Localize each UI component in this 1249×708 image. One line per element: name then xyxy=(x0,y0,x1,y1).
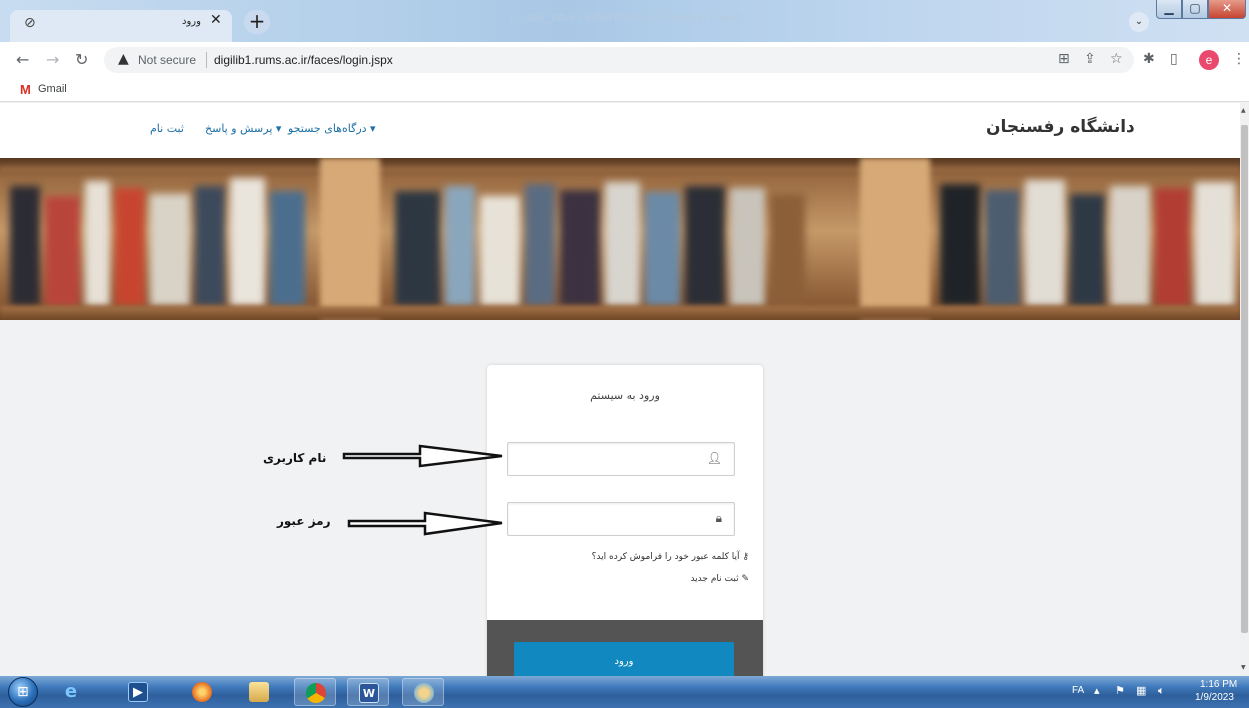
language-indicator[interactable]: FA xyxy=(1072,685,1084,696)
taskbar-media-player[interactable]: ▶ xyxy=(117,678,159,706)
login-card: ورود به سیستم 👤︎ 🔒︎ آیا کلمه عبور خود را… xyxy=(487,365,763,676)
url-text[interactable]: digilib1.rums.ac.ir/faces/login.jspx xyxy=(214,53,393,67)
internet-explorer-icon: e xyxy=(64,681,78,702)
password-input[interactable]: 🔒︎ xyxy=(507,502,735,536)
taskbar-internet-explorer[interactable]: e xyxy=(50,678,92,706)
browser-tab-strip: ⊘ ورود ✕ + D. user_lab.e - Word (Product… xyxy=(0,0,1249,42)
firefox-icon xyxy=(192,682,212,702)
side-panel-icon[interactable]: ▯ xyxy=(1170,51,1178,67)
bookmark-gmail[interactable]: Gmail xyxy=(38,83,67,95)
library-banner-image xyxy=(0,158,1240,320)
forgot-password-link[interactable]: آیا کلمه عبور خود را فراموش کرده اید؟ ⚷ xyxy=(592,552,749,562)
media-player-icon: ▶ xyxy=(128,682,148,702)
scroll-up-icon[interactable]: ▲ xyxy=(1241,107,1246,114)
gmail-icon[interactable]: M xyxy=(20,82,31,97)
maximize-button[interactable]: ▢ xyxy=(1182,0,1208,19)
bookmark-star-icon[interactable]: ☆ xyxy=(1110,51,1123,67)
chrome-icon xyxy=(306,683,326,703)
reload-icon[interactable]: ↻ xyxy=(75,50,88,69)
translate-icon[interactable]: ⊞ xyxy=(1058,51,1070,67)
new-tab-button[interactable]: + xyxy=(244,10,270,34)
close-window-button[interactable]: ✕ xyxy=(1208,0,1246,19)
start-button[interactable]: ⊞ xyxy=(8,677,38,707)
globe-icon: ⊘ xyxy=(24,15,36,31)
new-signup-link[interactable]: ثبت نام جدید ✎ xyxy=(690,574,749,584)
scrollbar-thumb[interactable] xyxy=(1241,125,1248,633)
page-viewport: دانشگاه رفسنجان درگاه‌های جستجو ▾ پرسش و… xyxy=(0,103,1240,676)
nav-search-portals[interactable]: درگاه‌های جستجو ▾ xyxy=(288,122,376,135)
show-hidden-icons-icon[interactable]: ▴ xyxy=(1094,684,1100,697)
lock-icon: 🔒︎ xyxy=(715,511,722,525)
annotation-username-label: نام کاربری xyxy=(263,451,327,465)
extensions-icon[interactable]: ✱ xyxy=(1143,51,1155,67)
site-header: دانشگاه رفسنجان درگاه‌های جستجو ▾ پرسش و… xyxy=(0,103,1240,158)
tab-close-icon[interactable]: ✕ xyxy=(210,12,222,28)
action-center-flag-icon[interactable]: ⚑ xyxy=(1115,684,1125,697)
volume-muted-icon[interactable]: 🔈︎ xyxy=(1158,684,1165,698)
site-brand[interactable]: دانشگاه رفسنجان xyxy=(986,117,1135,137)
network-icon[interactable]: ▦ xyxy=(1136,684,1146,697)
login-button[interactable]: ورود xyxy=(514,642,734,676)
nav-qa[interactable]: پرسش و پاسخ ▾ xyxy=(205,122,281,135)
edit-icon: ✎ xyxy=(741,574,749,584)
back-arrow-icon[interactable]: ← xyxy=(16,50,29,69)
profile-avatar[interactable]: e xyxy=(1199,50,1219,70)
browser-tab[interactable]: ⊘ ورود ✕ xyxy=(10,10,232,42)
warning-icon[interactable]: ▲ xyxy=(118,51,129,67)
divider xyxy=(206,52,207,68)
window-controls: ▁ ▢ ✕ xyxy=(1156,0,1246,20)
forward-arrow-icon[interactable]: → xyxy=(46,50,59,69)
bookmarks-bar: M Gmail xyxy=(0,78,1249,102)
annotation-password-label: رمز عبور xyxy=(277,514,331,528)
browser-toolbar: ← → ↻ ▲ Not secure digilib1.rums.ac.ir/f… xyxy=(0,42,1249,78)
login-title: ورود به سیستم xyxy=(590,389,660,402)
clock-date[interactable]: 1/9/2023 xyxy=(1195,692,1234,703)
taskbar-chrome[interactable] xyxy=(294,678,336,706)
taskbar-word[interactable]: W xyxy=(347,678,389,706)
scroll-down-icon[interactable]: ▼ xyxy=(1241,664,1246,671)
security-status[interactable]: Not secure xyxy=(138,53,196,67)
taskbar-firefox[interactable] xyxy=(181,678,223,706)
tab-title: ورود xyxy=(182,16,201,27)
word-icon: W xyxy=(359,683,379,703)
taskbar-paint[interactable] xyxy=(402,678,444,706)
user-icon: 👤︎ xyxy=(706,451,722,465)
forgot-password-label: آیا کلمه عبور خود را فراموش کرده اید؟ xyxy=(591,552,740,562)
minimize-button[interactable]: ▁ xyxy=(1156,0,1182,19)
key-icon: ⚷ xyxy=(742,552,749,562)
address-bar[interactable]: ▲ Not secure digilib1.rums.ac.ir/faces/l… xyxy=(104,47,1134,73)
username-input[interactable]: 👤︎ xyxy=(507,442,735,476)
annotation-arrow-username xyxy=(342,444,503,468)
paint-icon xyxy=(414,683,434,703)
page-scrollbar[interactable]: ▲ ▼ xyxy=(1240,103,1249,676)
menu-kebab-icon[interactable]: ⋮ xyxy=(1232,51,1246,67)
new-signup-label: ثبت نام جدید xyxy=(690,574,739,584)
folder-icon xyxy=(249,682,269,702)
window-title: D. user_lab.e - Word (Product Activation… xyxy=(510,12,743,24)
windows-logo-icon: ⊞ xyxy=(17,684,29,700)
login-card-footer: ورود xyxy=(487,620,763,676)
share-icon[interactable]: ⇪ xyxy=(1084,51,1096,67)
annotation-arrow-password xyxy=(347,511,503,536)
tab-search-button[interactable]: ⌄ xyxy=(1129,12,1149,32)
windows-taskbar: ⊞ e ▶ W FA ▴ ⚑ ▦ 🔈︎ 1:16 PM 1/9/2023 xyxy=(0,676,1249,708)
taskbar-file-explorer[interactable] xyxy=(238,678,280,706)
nav-register[interactable]: ثبت نام xyxy=(150,122,184,135)
clock-time[interactable]: 1:16 PM xyxy=(1200,679,1237,690)
